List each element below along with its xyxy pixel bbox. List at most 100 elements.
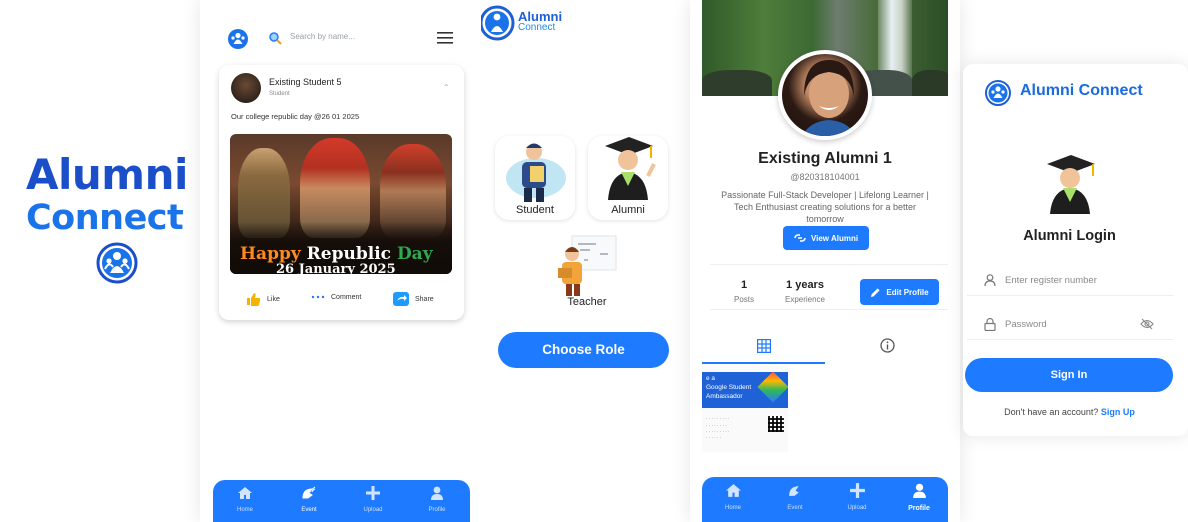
view-alumni-label: View Alumni [810,233,859,243]
info-icon[interactable] [880,338,895,353]
alumni-logo-icon [96,242,138,284]
home-icon [238,487,252,499]
feed-header: Search by name... [200,20,483,60]
post-thumbnail[interactable]: e a Google Student Ambassador · · · · · … [702,366,788,452]
nav-home[interactable]: Home [225,486,265,513]
profile-bio: Passionate Full-Stack Developer | Lifelo… [721,190,929,224]
chevron-up-icon[interactable]: ⌃ [443,83,450,92]
nav-upload[interactable]: Upload [837,483,877,511]
nav-profile[interactable]: Profile [417,486,457,513]
pencil-icon [871,287,880,297]
like-button[interactable]: Like [246,292,280,306]
feed-screen: Search by name... Existing Student 5 Stu… [200,0,483,522]
app-logo-icon[interactable] [227,28,249,50]
search-icon[interactable] [268,31,282,45]
qr-code-icon [768,416,784,432]
comment-dots-icon [311,295,325,299]
profile-stats: 1 Posts 1 years Experience Edit Profile [710,264,948,310]
grid-icon[interactable] [757,339,771,353]
password-field[interactable]: Password [967,310,1173,340]
brand-word-connect: Connect [26,198,184,238]
comment-button[interactable]: Comment [311,292,361,302]
view-alumni-button[interactable]: View Alumni [783,226,869,250]
thumbs-up-icon [247,293,261,306]
home-icon [725,484,741,497]
satellite-dish-icon [788,486,799,496]
profile-name: Existing Alumni 1 [758,150,892,167]
post-author[interactable]: Existing Student 5 [269,77,342,87]
user-icon [912,483,926,498]
register-number-field[interactable]: Enter register number [967,266,1173,296]
share-button[interactable]: Share [393,292,434,306]
author-avatar[interactable] [231,73,261,103]
role-alumni-label: Alumni [611,204,645,216]
stat-experience-value: 1 years [786,279,824,291]
thumb-text-1: e a [706,375,716,382]
nav-event[interactable]: Event [775,483,815,511]
plus-icon [849,483,865,498]
post-image-date: 26 January 2025 [276,262,396,274]
post-author-role: Student [269,91,290,97]
stat-experience-label: Experience [784,295,826,304]
nav-event-label: Event [787,505,803,511]
brand-word-alumni: Alumni [26,150,188,199]
register-number-placeholder: Enter register number [1005,275,1097,286]
post-image[interactable]: Happy Republic Day 26 January 2025 [230,134,452,274]
role-student-card[interactable]: Student [495,136,575,220]
nav-home-label: Home [724,505,741,511]
password-placeholder: Password [1005,319,1047,330]
satellite-dish-icon [302,486,316,499]
brand-logo: Alumni Connect [26,150,201,284]
bottom-nav: Home Event Upload Profile [213,480,470,522]
nav-upload-label: Upload [363,507,383,513]
nav-profile-label: Profile [908,505,930,512]
choose-role-screen: Alumni Connect Student Alumni Teacher Ch… [481,0,677,522]
nav-upload-label: Upload [847,505,867,511]
nav-event[interactable]: Event [289,486,329,513]
like-label: Like [267,295,280,303]
search-input[interactable]: Search by name... [290,32,355,41]
post-text: Our college republic day @26 01 2025 [231,112,360,121]
nav-upload[interactable]: Upload [353,486,393,513]
lock-icon [984,318,996,331]
profile-screen: Existing Alumni 1 @820318104001 Passiona… [690,0,960,522]
comment-label: Comment [331,293,362,301]
profile-photo[interactable] [778,50,872,140]
app-logo-icon [481,5,515,41]
stat-posts-value: 1 [740,279,748,291]
post-card[interactable]: Existing Student 5 Student ⌃ Our college… [219,65,464,320]
profile-handle: @820318104001 [790,172,860,182]
post-image-headline: Happy Republic Day [240,244,433,264]
plus-icon [366,486,380,500]
active-tab-indicator [702,362,825,364]
edit-profile-button[interactable]: Edit Profile [860,279,939,305]
eye-off-icon[interactable] [1140,318,1154,330]
app-logo-icon [985,80,1011,106]
sign-up-link[interactable]: Sign Up [1101,407,1135,417]
thumb-text-2: Google Student [706,384,752,391]
role-alumni-card[interactable]: Alumni [588,136,668,220]
stat-posts-label: Posts [733,295,754,304]
app-showcase: Alumni Connect Search by name... Existin… [0,0,1188,522]
signup-row: Don't have an account? Sign Up [963,407,1176,417]
thumb-text-3: Ambassador [706,393,743,400]
bottom-nav: Home Event Upload Profile [702,477,948,522]
choose-role-button[interactable]: Choose Role [498,332,669,368]
nav-home-label: Home [236,507,253,513]
share-label: Share [415,295,434,303]
sign-in-button[interactable]: Sign In [965,358,1173,392]
role-teacher-card[interactable]: Teacher [547,230,627,314]
app-subtitle: Connect [518,22,556,33]
share-icon [393,292,409,306]
post-actions: Like Comment Share [219,287,464,311]
role-teacher-label: Teacher [567,296,607,308]
user-icon [431,486,443,500]
edit-profile-label: Edit Profile [886,287,929,297]
nav-home[interactable]: Home [713,483,753,511]
login-screen: Alumni Connect Alumni Login Enter regist… [963,64,1188,436]
link-icon [794,234,806,242]
hamburger-menu-icon[interactable] [437,31,453,45]
nav-profile[interactable]: Profile [899,483,939,512]
student-illustration-icon [506,143,566,202]
profile-tabs [702,334,948,364]
